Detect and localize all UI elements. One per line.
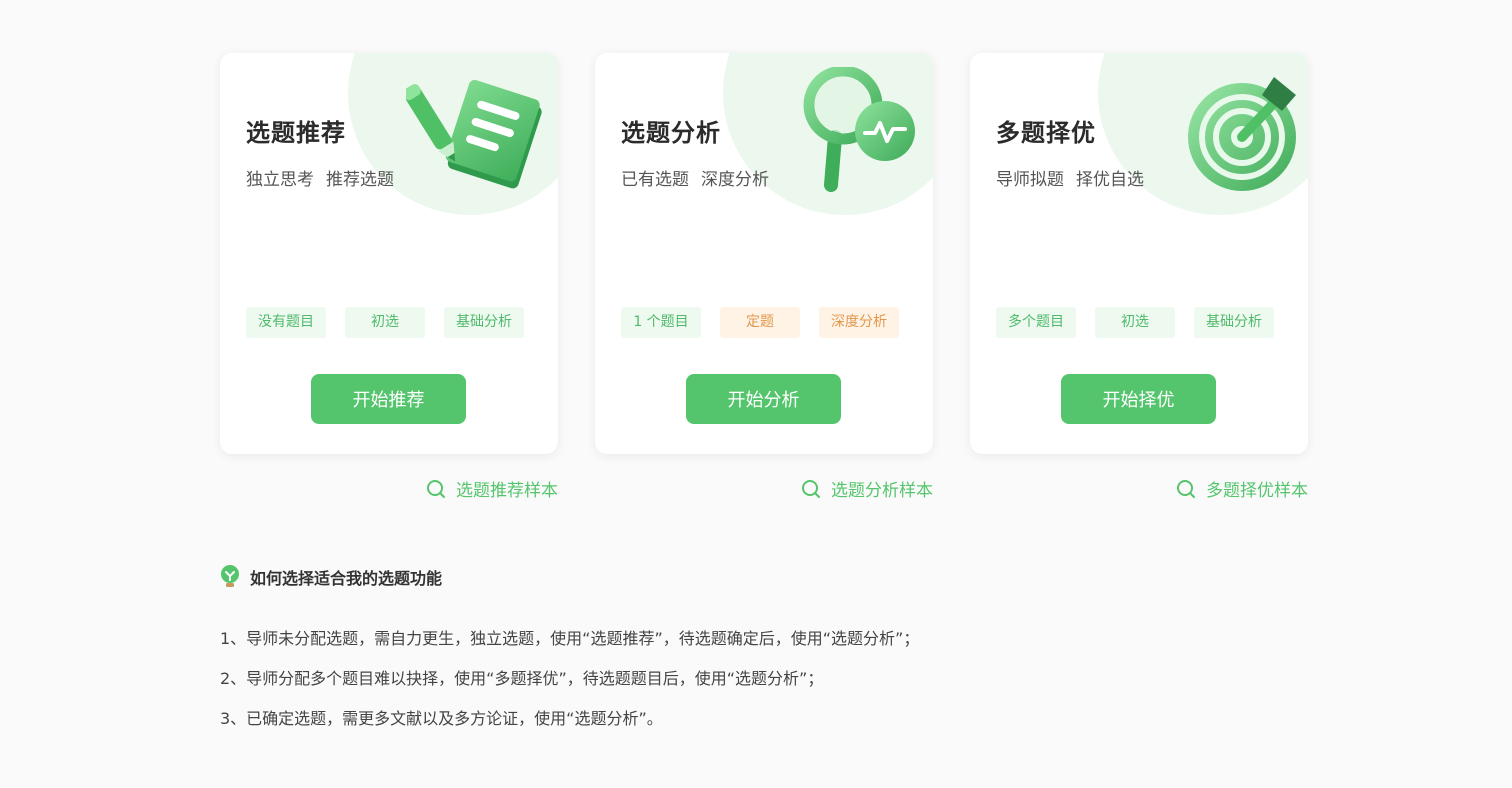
card-title: 选题分析 [621,119,721,147]
card-tags: 1 个题目 定题 深度分析 [621,307,899,338]
sample-link-analysis[interactable]: 选题分析样本 [595,476,933,501]
tag-multiple-topics: 多个题目 [996,307,1076,338]
tag-one-topic: 1 个题目 [621,307,701,338]
sample-link-select[interactable]: 多题择优样本 [970,476,1308,501]
magnifier-pulse-icon [803,67,915,192]
tag-preselect: 初选 [1095,307,1175,338]
card-subtitle: 已有选题 深度分析 [621,165,769,190]
card-sub-item: 独立思考 [246,170,314,190]
card-column-select: 多题择优 导师拟题 择优自选 多个题目 初选 基础分析 开始择优 多题择优样本 [970,53,1308,501]
card-title: 多题择优 [996,119,1096,147]
lightbulb-icon [221,565,239,587]
card-recommend: 选题推荐 独立思考 推荐选题 没有题目 初选 基础分析 开始推荐 [220,53,558,454]
card-subtitle: 导师拟题 择优自选 [996,165,1144,190]
card-tags: 多个题目 初选 基础分析 [996,307,1274,338]
card-column-recommend: 选题推荐 独立思考 推荐选题 没有题目 初选 基础分析 开始推荐 选题推荐样本 [220,53,558,501]
search-icon [427,479,445,498]
tag-basic-analysis: 基础分析 [1194,307,1274,338]
card-sub-item: 推荐选题 [326,170,394,190]
help-item: 2、导师分配多个题目难以抉择，使用“多题择优”，待选题题目后，使用“选题分析”； [220,669,824,688]
tag-fixed-topic: 定题 [720,307,800,338]
sample-link-recommend[interactable]: 选题推荐样本 [220,476,558,501]
sample-link-label: 选题推荐样本 [456,481,558,501]
card-sub-item: 择优自选 [1076,170,1144,190]
pencil-notebook-icon [406,79,542,189]
tag-deep-analysis: 深度分析 [819,307,899,338]
help-item: 3、已确定选题，需更多文献以及多方论证，使用“选题分析”。 [220,709,663,728]
help-section: 如何选择适合我的选题功能 1、导师未分配选题，需自力更生，独立选题，使用“选题推… [220,565,919,739]
start-analysis-button[interactable]: 开始分析 [686,374,841,424]
help-list: 1、导师未分配选题，需自力更生，独立选题，使用“选题推荐”，待选题确定后，使用“… [220,619,919,739]
sample-link-label: 多题择优样本 [1206,481,1308,501]
target-dart-icon [1188,77,1296,191]
help-title: 如何选择适合我的选题功能 [250,569,443,588]
card-subtitle: 独立思考 推荐选题 [246,165,394,190]
card-sub-item: 已有选题 [621,170,689,190]
start-select-button[interactable]: 开始择优 [1061,374,1216,424]
card-column-analysis: 选题分析 已有选题 深度分析 1 个题目 定题 深度分析 开始分析 选题分析样本 [595,53,933,501]
card-select-best: 多题择优 导师拟题 择优自选 多个题目 初选 基础分析 开始择优 [970,53,1308,454]
tag-basic-analysis: 基础分析 [444,307,524,338]
card-sub-item: 导师拟题 [996,170,1064,190]
tag-preselect: 初选 [345,307,425,338]
search-icon [1177,479,1195,498]
start-recommend-button[interactable]: 开始推荐 [311,374,466,424]
card-analysis: 选题分析 已有选题 深度分析 1 个题目 定题 深度分析 开始分析 [595,53,933,454]
tag-no-topic: 没有题目 [246,307,326,338]
search-icon [802,479,820,498]
sample-link-label: 选题分析样本 [831,481,933,501]
card-tags: 没有题目 初选 基础分析 [246,307,524,338]
help-heading: 如何选择适合我的选题功能 [220,565,919,589]
card-sub-item: 深度分析 [701,170,769,190]
feature-cards: 选题推荐 独立思考 推荐选题 没有题目 初选 基础分析 开始推荐 选题推荐样本 [220,53,1308,501]
help-item: 1、导师未分配选题，需自力更生，独立选题，使用“选题推荐”，待选题确定后，使用“… [220,629,920,648]
card-title: 选题推荐 [246,119,346,147]
